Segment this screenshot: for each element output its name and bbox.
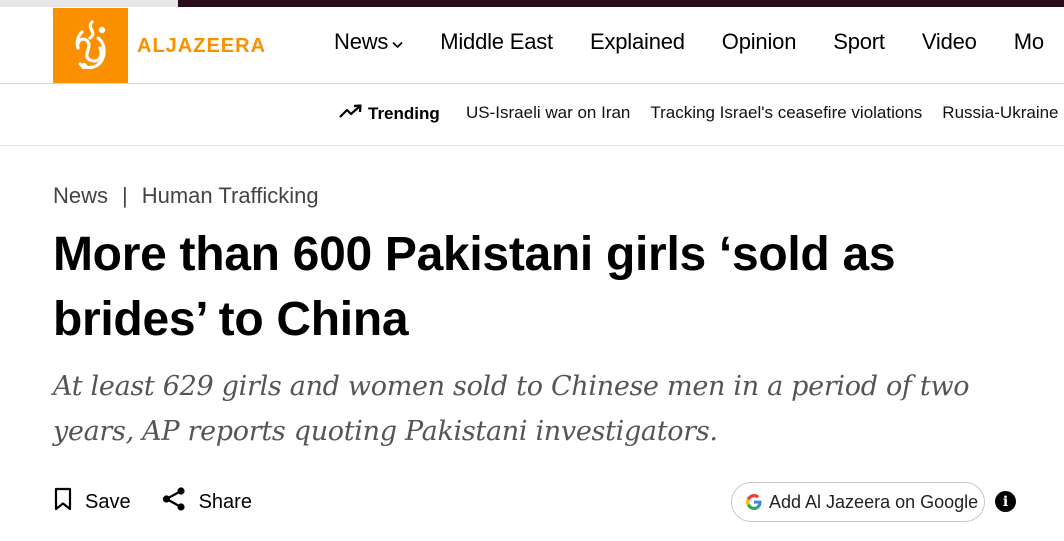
share-label: Share [198, 490, 252, 513]
logo-wordmark[interactable]: ALJAZEERA [137, 35, 266, 58]
site-header: ALJAZEERA News Middle East Explained Opi… [0, 7, 1064, 84]
save-label: Save [85, 490, 131, 513]
breadcrumb: News | Human Trafficking [53, 183, 319, 209]
nav-item-label: News [334, 29, 389, 54]
trending-label: Trending [339, 103, 440, 124]
breadcrumb-separator: | [122, 183, 128, 208]
top-strip [0, 0, 1064, 7]
nav-item-video[interactable]: Video [922, 29, 977, 55]
trending-link[interactable]: Tracking Israel's ceasefire violations [650, 103, 922, 123]
trending-link[interactable]: US-Israeli war on Iran [466, 103, 630, 123]
trending-link[interactable]: Russia-Ukraine [942, 103, 1058, 123]
nav-item-opinion[interactable]: Opinion [722, 29, 797, 55]
trending-bar: Trending US-Israeli war on Iran Tracking… [0, 84, 1064, 146]
trending-links: US-Israeli war on Iran Tracking Israel's… [466, 103, 1064, 123]
add-to-google-label: Add Al Jazeera on Google [769, 491, 979, 512]
aljazeera-logo-icon[interactable] [53, 8, 128, 83]
share-icon [161, 486, 199, 518]
nav-item-news[interactable]: News [334, 29, 403, 55]
article-actions: Save Share [53, 486, 282, 518]
info-icon[interactable]: i [995, 491, 1016, 512]
google-g-icon [746, 494, 762, 510]
nav-item-sport[interactable]: Sport [833, 29, 885, 55]
add-to-google-button[interactable]: Add Al Jazeera on Google [731, 482, 985, 522]
share-button[interactable]: Share [161, 486, 252, 518]
chevron-down-icon [392, 29, 403, 55]
nav-item-more[interactable]: Mo [1014, 29, 1044, 55]
article-subhead: At least 629 girls and women sold to Chi… [53, 371, 970, 447]
trending-text: Trending [368, 103, 440, 123]
top-strip-light [0, 0, 178, 7]
trending-up-icon [339, 103, 368, 124]
article-headline: More than 600 Pakistani girls ‘sold as b… [53, 228, 896, 346]
save-button[interactable]: Save [53, 487, 131, 517]
breadcrumb-section[interactable]: News [53, 183, 108, 209]
main-nav: News Middle East Explained Opinion Sport… [334, 29, 1064, 55]
nav-item-middle-east[interactable]: Middle East [440, 29, 553, 55]
breadcrumb-topic[interactable]: Human Trafficking [142, 183, 319, 209]
nav-item-explained[interactable]: Explained [590, 29, 685, 55]
bookmark-icon [53, 487, 85, 517]
